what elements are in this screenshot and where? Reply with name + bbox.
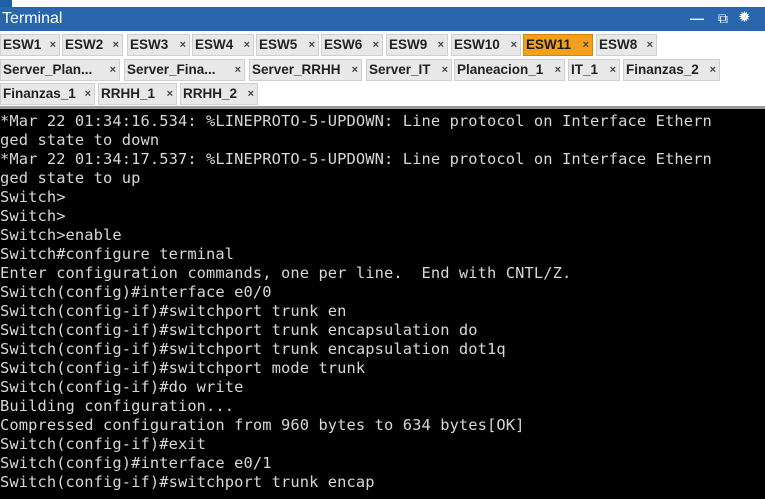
- close-icon[interactable]: ×: [442, 60, 448, 80]
- close-icon[interactable]: ×: [647, 35, 653, 55]
- close-icon[interactable]: ×: [438, 35, 444, 55]
- tab-label: ESW2: [65, 37, 104, 52]
- tab-esw1[interactable]: ESW1 ×: [0, 34, 60, 56]
- terminal-line: Switch(config-if)#exit: [0, 435, 207, 453]
- tab-label: Server_Fina...: [127, 62, 216, 77]
- close-icon[interactable]: ×: [113, 35, 119, 55]
- close-icon[interactable]: ×: [309, 35, 315, 55]
- close-icon[interactable]: ×: [50, 35, 56, 55]
- tab-esw4[interactable]: ESW4 ×: [192, 34, 254, 56]
- terminal-line: ged state to down: [0, 131, 160, 149]
- terminal-line: Switch>: [0, 188, 66, 206]
- tab-label: ESW8: [599, 37, 638, 52]
- tab-server-fina[interactable]: Server_Fina... ×: [124, 59, 245, 81]
- tab-rrhh-1[interactable]: RRHH_1 ×: [98, 83, 177, 105]
- tab-label: Server_RRHH: [252, 62, 341, 77]
- tab-label: Finanzas_1: [3, 86, 76, 101]
- window-titlebar: Terminal — ⧉ ✹: [0, 7, 765, 31]
- settings-icon[interactable]: ✹: [738, 9, 751, 27]
- close-icon[interactable]: ×: [373, 35, 379, 55]
- tab-label: Planeacion_1: [457, 62, 544, 77]
- terminal-line: Switch>: [0, 207, 66, 225]
- terminal-line: *Mar 22 01:34:16.534: %LINEPROTO-5-UPDOW…: [0, 112, 712, 130]
- tab-label: ESW3: [130, 37, 169, 52]
- close-icon[interactable]: ×: [85, 84, 91, 104]
- terminal-line: Enter configuration commands, one per li…: [0, 264, 572, 282]
- tab-esw5[interactable]: ESW5 ×: [256, 34, 319, 56]
- terminal-line: Compressed configuration from 960 bytes …: [0, 416, 525, 434]
- tab-label: Server_Plan...: [3, 62, 93, 77]
- tab-label: Server_IT: [369, 62, 431, 77]
- tab-esw10[interactable]: ESW10 ×: [451, 34, 521, 56]
- tab-server-it[interactable]: Server_IT ×: [366, 59, 452, 81]
- terminal-line: Switch(config-if)#switchport mode trunk: [0, 359, 366, 377]
- tab-esw9[interactable]: ESW9 ×: [386, 34, 448, 56]
- close-icon[interactable]: ×: [167, 84, 173, 104]
- terminal-line: ged state to up: [0, 169, 141, 187]
- close-icon[interactable]: ×: [610, 60, 616, 80]
- window-title: Terminal: [2, 10, 63, 27]
- tab-label: ESW9: [389, 37, 428, 52]
- terminal-line: Building configuration...: [0, 397, 235, 415]
- tab-rrhh-2[interactable]: RRHH_2 ×: [180, 83, 258, 105]
- terminal-line: Switch>enable: [0, 226, 122, 244]
- minimize-icon[interactable]: —: [690, 9, 704, 27]
- tab-finanzas-2[interactable]: Finanzas_2 ×: [623, 59, 720, 81]
- close-icon[interactable]: ×: [511, 35, 517, 55]
- tab-label: Finanzas_2: [626, 62, 699, 77]
- terminal-line: Switch(config-if)#switchport trunk en: [0, 302, 347, 320]
- terminal-line: Switch(config)#interface e0/1: [0, 454, 272, 472]
- tab-server-plan[interactable]: Server_Plan... ×: [0, 59, 120, 81]
- close-icon[interactable]: ×: [583, 35, 589, 55]
- terminal-line: Switch(config-if)#do write: [0, 378, 244, 396]
- terminal-output[interactable]: *Mar 22 01:34:16.534: %LINEPROTO-5-UPDOW…: [0, 106, 765, 499]
- tab-esw3[interactable]: ESW3 ×: [127, 34, 190, 56]
- close-icon[interactable]: ×: [110, 60, 116, 80]
- close-icon[interactable]: ×: [180, 35, 186, 55]
- close-icon[interactable]: ×: [244, 35, 250, 55]
- terminal-line: Switch(config-if)#switchport trunk encap…: [0, 321, 478, 339]
- terminal-line: *Mar 22 01:34:17.537: %LINEPROTO-5-UPDOW…: [0, 150, 712, 168]
- app-icon: [0, 0, 12, 7]
- terminal-line: Switch(config-if)#switchport trunk encap…: [0, 340, 506, 358]
- tab-label: ESW11: [526, 37, 572, 52]
- tab-label: ESW5: [259, 37, 298, 52]
- close-icon[interactable]: ×: [555, 60, 561, 80]
- session-tabs: ESW1 × ESW2 × ESW3 × ESW4 × ESW5 × ESW6 × ESW9…: [0, 31, 765, 106]
- restore-icon[interactable]: ⧉: [718, 9, 728, 27]
- tab-label: ESW6: [324, 37, 363, 52]
- tab-label: RRHH_2: [183, 86, 238, 101]
- tab-label: IT_1: [571, 62, 599, 77]
- close-icon[interactable]: ×: [248, 84, 254, 104]
- close-icon[interactable]: ×: [235, 60, 241, 80]
- close-icon[interactable]: ×: [352, 60, 358, 80]
- close-icon[interactable]: ×: [710, 60, 716, 80]
- tab-esw6[interactable]: ESW6 ×: [321, 34, 383, 56]
- terminal-line: Switch#configure terminal: [0, 245, 235, 263]
- terminal-line: Switch(config)#interface e0/0: [0, 283, 272, 301]
- tab-label: ESW10: [454, 37, 500, 52]
- tab-server-rrhh[interactable]: Server_RRHH ×: [249, 59, 362, 81]
- tab-it-1[interactable]: IT_1 ×: [568, 59, 620, 81]
- tab-planeacion-1[interactable]: Planeacion_1 ×: [454, 59, 565, 81]
- tab-finanzas-1[interactable]: Finanzas_1 ×: [0, 83, 95, 105]
- tab-esw8[interactable]: ESW8 ×: [596, 34, 657, 56]
- tab-label: ESW1: [3, 37, 42, 52]
- tab-label: RRHH_1: [101, 86, 156, 101]
- tab-esw2[interactable]: ESW2 ×: [62, 34, 123, 56]
- tab-esw11[interactable]: ESW11 ×: [523, 34, 593, 56]
- terminal-line: Switch(config-if)#switchport trunk encap: [0, 473, 375, 491]
- tab-label: ESW4: [195, 37, 234, 52]
